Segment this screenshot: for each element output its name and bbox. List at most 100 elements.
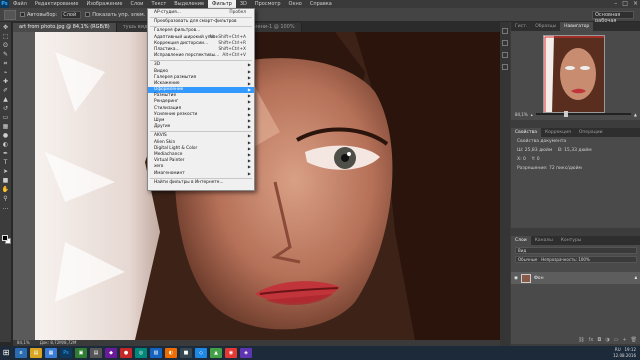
app-taskbar-icon[interactable]: ◆ — [105, 348, 117, 358]
menu-3d[interactable]: 3D — [236, 0, 251, 8]
start-button-icon[interactable]: ⊞ — [0, 346, 12, 360]
document-tab[interactable]: art from photo.jpg @ 84,1% (RGB/8) — [13, 23, 117, 32]
menu-help[interactable]: Справка — [306, 0, 336, 8]
history-brush-tool-icon[interactable]: ↺ — [2, 105, 10, 112]
navigator-thumbnail[interactable] — [543, 35, 605, 113]
brush-panel-icon[interactable] — [502, 40, 508, 46]
shape-tool-icon[interactable]: ■ — [2, 177, 10, 184]
menu-edit[interactable]: Редактирование — [31, 0, 83, 8]
tab-channels[interactable]: Каналы — [531, 236, 557, 245]
ie-browser-icon[interactable]: e — [15, 348, 27, 358]
eye-icon[interactable]: ◉ — [514, 276, 518, 281]
tab-paths[interactable]: Контуры — [557, 236, 586, 245]
move-tool-preset-icon[interactable] — [4, 9, 16, 20]
eraser-tool-icon[interactable]: ▭ — [2, 114, 10, 121]
gradient-tool-icon[interactable]: ▦ — [2, 123, 10, 130]
delete-layer-icon[interactable]: 🗑︎ — [631, 337, 637, 343]
document-width[interactable]: Ш: 25,83 дюйм — [517, 148, 552, 153]
adjustment-layer-icon[interactable]: ◑ — [605, 337, 609, 343]
paragraph-panel-icon[interactable] — [502, 64, 508, 70]
transform-controls-checkbox[interactable]: Показать упр. элем. — [85, 12, 145, 18]
tab-adjustments[interactable]: Коррекция — [541, 128, 575, 137]
zoom-out-icon[interactable]: ▴ — [531, 112, 533, 117]
tab-actions[interactable]: Операции — [575, 128, 607, 137]
menu-file[interactable]: Файл — [9, 0, 31, 8]
history-panel-icon[interactable] — [502, 28, 508, 34]
tab-properties[interactable]: Свойства — [511, 128, 541, 137]
app-taskbar-icon[interactable]: ◐ — [165, 348, 177, 358]
app-taskbar-icon[interactable]: ◎ — [135, 348, 147, 358]
marquee-tool-icon[interactable]: ⬚ — [2, 33, 10, 40]
blur-tool-icon[interactable]: ● — [2, 132, 10, 139]
app-taskbar-icon[interactable]: ▲ — [210, 348, 222, 358]
app-taskbar-icon[interactable]: ▧ — [150, 348, 162, 358]
close-icon[interactable]: × — [633, 0, 638, 8]
layer-kind-filter[interactable]: Вид — [515, 247, 637, 254]
autoselect-checkbox[interactable]: Автовыбор: — [20, 12, 57, 18]
zoom-in-icon[interactable]: ▲ — [634, 112, 637, 117]
filter-menu-item[interactable]: Найти фильтры в Интернете... — [148, 180, 254, 186]
photoshop-taskbar-icon[interactable]: Ps — [60, 348, 72, 358]
add-mask-icon[interactable]: ◘ — [597, 337, 601, 343]
document-y[interactable]: Y: 0 — [532, 157, 540, 162]
layer-row[interactable]: ◉ Фон 🔒︎ — [511, 272, 640, 284]
app-taskbar-icon[interactable]: ▣ — [75, 348, 87, 358]
more-tools-icon[interactable]: … — [2, 204, 10, 211]
new-layer-icon[interactable]: + — [622, 337, 626, 343]
link-layers-icon[interactable]: ⛓ — [578, 337, 584, 343]
app-taskbar-icon[interactable]: ● — [120, 348, 132, 358]
healing-brush-tool-icon[interactable]: ✚ — [2, 78, 10, 85]
tray-lang[interactable]: RU — [615, 347, 621, 352]
app-taskbar-icon[interactable]: ◉ — [225, 348, 237, 358]
character-panel-icon[interactable] — [502, 52, 508, 58]
document-x[interactable]: X: 0 — [517, 157, 526, 162]
tab-histogram[interactable]: Гист. — [511, 22, 531, 31]
menu-text[interactable]: Текст — [147, 0, 170, 8]
opacity-value[interactable]: Непрозрачность: 100% — [541, 257, 590, 262]
dodge-tool-icon[interactable]: ◐ — [2, 141, 10, 148]
type-tool-icon[interactable]: T — [2, 159, 10, 166]
app-taskbar-icon[interactable]: ◈ — [240, 348, 252, 358]
blend-mode-select[interactable]: Обычные Непрозрачность: 100% — [515, 256, 637, 263]
pen-tool-icon[interactable]: ✒ — [2, 150, 10, 157]
path-select-tool-icon[interactable]: ➤ — [2, 168, 10, 175]
minimize-icon[interactable]: – — [614, 0, 617, 8]
hand-tool-icon[interactable]: ✋ — [2, 186, 10, 193]
tab-layers[interactable]: Слои — [511, 236, 531, 245]
new-group-icon[interactable]: ▭ — [614, 337, 619, 343]
menu-window[interactable]: Окно — [285, 0, 306, 8]
task-view-icon[interactable]: ▦ — [45, 348, 57, 358]
navigator-zoom-value[interactable]: 84,1% — [515, 112, 528, 117]
file-explorer-icon[interactable]: ▤ — [30, 348, 42, 358]
menu-view[interactable]: Просмотр — [251, 0, 285, 8]
menu-layers[interactable]: Слои — [126, 0, 147, 8]
menu-select[interactable]: Выделение — [170, 0, 208, 8]
move-tool-icon[interactable]: ✥ — [2, 24, 10, 31]
menu-image[interactable]: Изображение — [82, 0, 126, 8]
zoom-tool-icon[interactable]: ⚲ — [2, 195, 10, 202]
canvas-area[interactable] — [13, 32, 500, 340]
workspace-select[interactable]: Основная рабочая — [592, 11, 634, 24]
stamp-tool-icon[interactable]: ▲ — [2, 96, 10, 103]
window-controls: – □ × — [614, 0, 638, 8]
foreground-color-swatch[interactable] — [2, 235, 8, 241]
app-taskbar-icon[interactable]: ■ — [180, 348, 192, 358]
tab-navigator[interactable]: Навигатор — [560, 22, 594, 31]
photoshop-logo-icon[interactable]: Ps — [0, 0, 9, 8]
navigator-zoom-slider[interactable] — [535, 111, 631, 117]
quick-select-tool-icon[interactable]: ✎ — [2, 51, 10, 58]
autoselect-select[interactable]: Слой — [61, 10, 82, 19]
document-height[interactable]: В: 15,33 дюйм — [558, 148, 592, 153]
system-tray[interactable]: RU 19:12 12.08.2016 — [613, 347, 636, 359]
maximize-icon[interactable]: □ — [622, 0, 628, 8]
layer-style-icon[interactable]: fx — [589, 337, 594, 343]
brush-tool-icon[interactable]: ✐ — [2, 87, 10, 94]
eyedropper-tool-icon[interactable]: ⌁ — [2, 69, 10, 76]
lasso-tool-icon[interactable]: ʘ — [2, 42, 10, 49]
crop-tool-icon[interactable]: ⌗ — [2, 60, 10, 67]
document-canvas[interactable] — [35, 32, 500, 340]
menu-filter[interactable]: Фильтр — [208, 0, 236, 8]
tab-swatches[interactable]: Образцы — [531, 22, 560, 31]
app-taskbar-icon[interactable]: ◇ — [195, 348, 207, 358]
app-taskbar-icon[interactable]: ▤ — [90, 348, 102, 358]
